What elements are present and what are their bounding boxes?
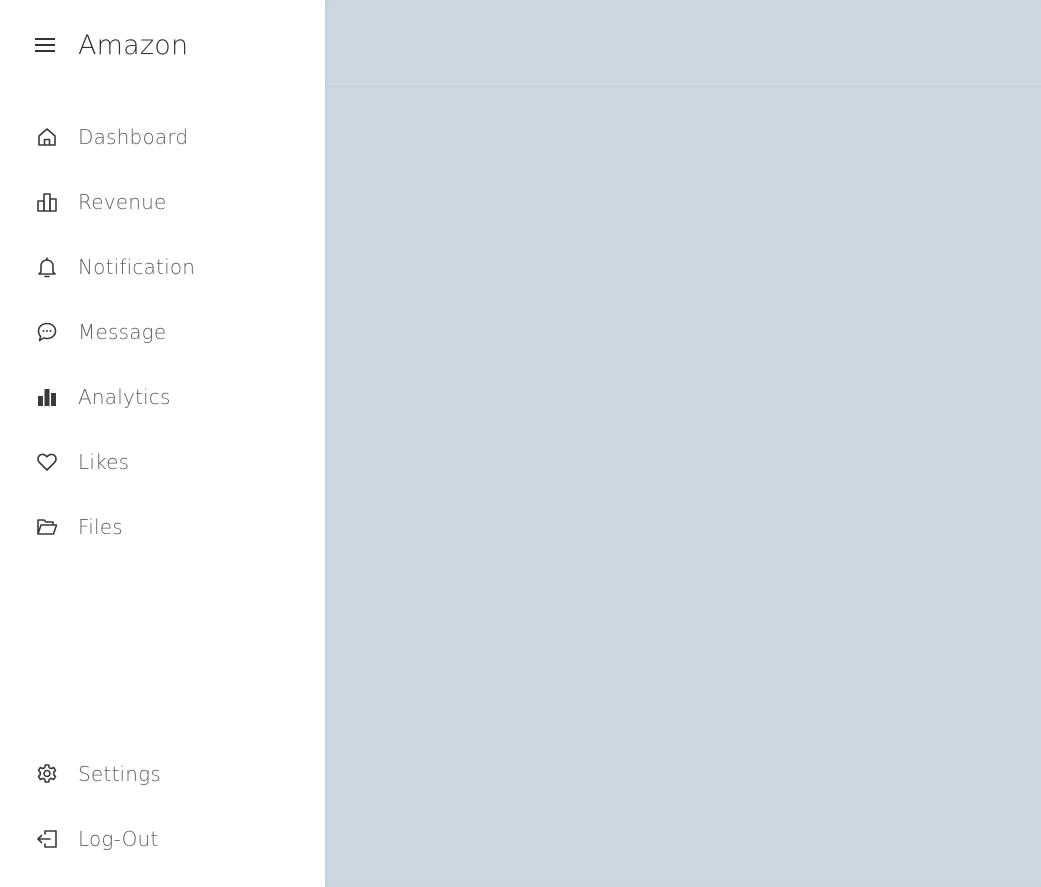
sidebar-item-label: Dashboard [78,124,189,149]
gear-icon [36,763,58,785]
heart-icon [36,451,58,473]
sidebar: Amazon Dashboard Revenue Notification Me… [0,0,325,887]
hamburger-menu-icon[interactable] [34,34,56,56]
top-bar [325,0,1041,87]
sidebar-item-label: Message [78,319,167,344]
folder-open-icon [36,516,58,538]
bar-chart-outline-icon [36,191,58,213]
sidebar-item-message[interactable]: Message [0,299,325,364]
sidebar-item-label: Settings [78,761,161,786]
sidebar-item-files[interactable]: Files [0,494,325,559]
sidebar-item-settings[interactable]: Settings [0,741,325,806]
brand-title: Amazon [78,29,189,61]
sidebar-item-label: Files [78,514,123,539]
bar-chart-filled-icon [36,386,58,408]
chat-bubble-icon [36,321,58,343]
logout-icon [36,828,58,850]
sidebar-item-label: Revenue [78,189,167,214]
sidebar-item-logout[interactable]: Log-Out [0,806,325,871]
home-icon [36,126,58,148]
sidebar-bottom-nav: Settings Log-Out [0,741,325,871]
app-window: Amazon Dashboard Revenue Notification Me… [0,0,1041,887]
sidebar-item-notification[interactable]: Notification [0,234,325,299]
brand: Amazon [34,26,188,64]
sidebar-item-revenue[interactable]: Revenue [0,169,325,234]
sidebar-item-dashboard[interactable]: Dashboard [0,104,325,169]
sidebar-item-likes[interactable]: Likes [0,429,325,494]
sidebar-item-label: Log-Out [78,826,159,851]
bell-icon [36,256,58,278]
sidebar-nav: Dashboard Revenue Notification Message A… [0,104,325,559]
sidebar-item-label: Analytics [78,384,171,409]
main-content [325,0,1041,887]
sidebar-item-analytics[interactable]: Analytics [0,364,325,429]
sidebar-item-label: Notification [78,254,196,279]
sidebar-item-label: Likes [78,449,130,474]
